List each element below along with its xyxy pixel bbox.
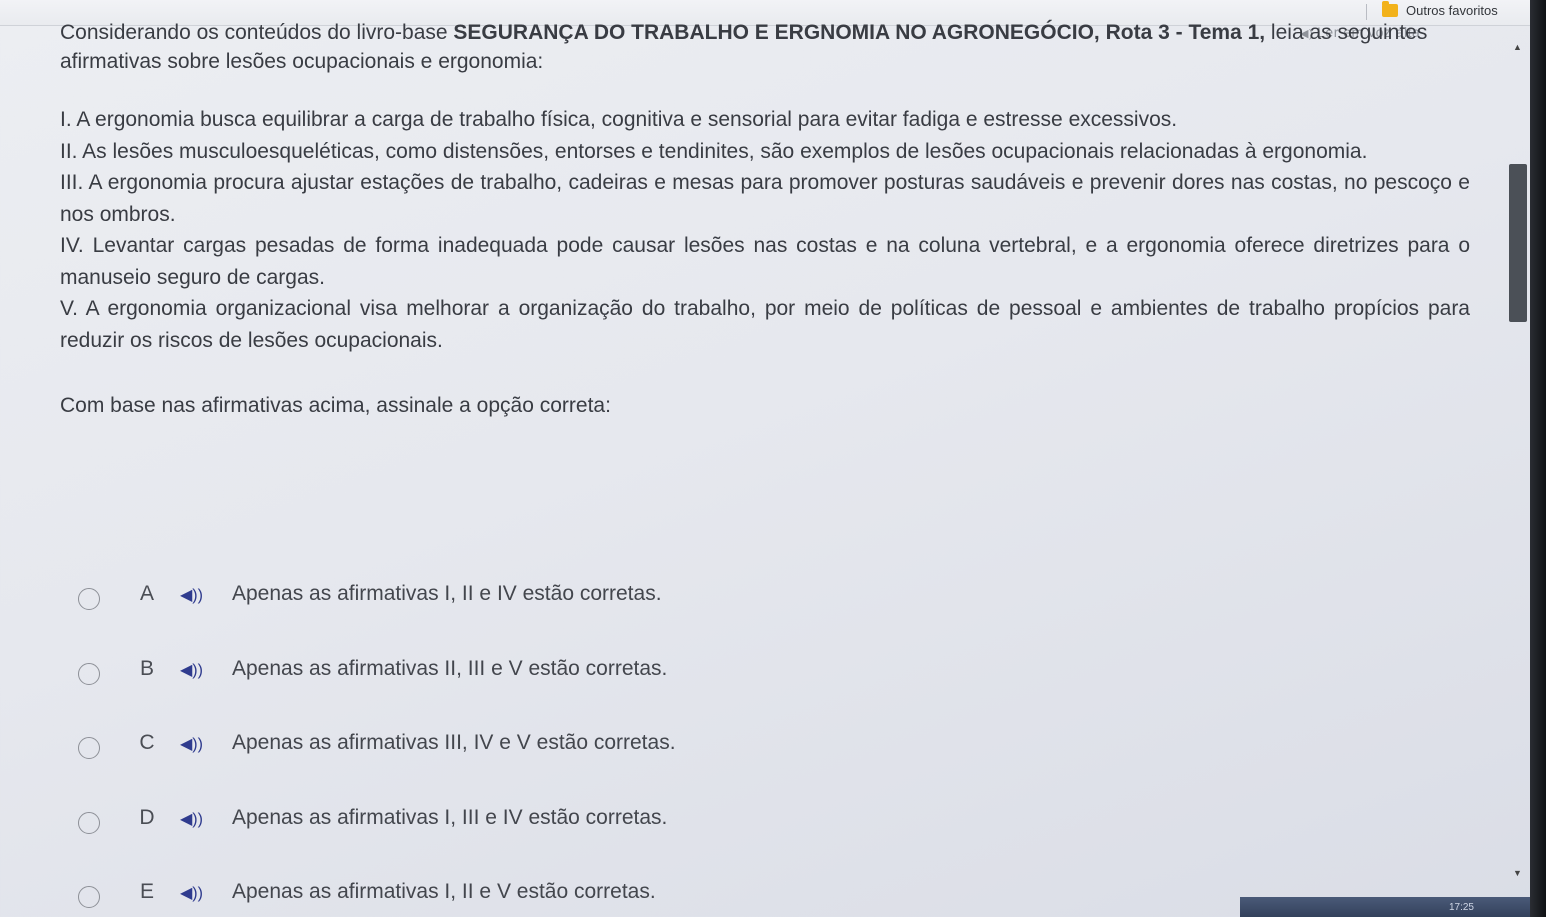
speaker-icon[interactable]: ◀)) <box>180 734 210 754</box>
option-e-radio[interactable] <box>78 886 100 908</box>
book-title: SEGURANÇA DO TRABALHO E ERGNOMIA NO AGRO… <box>453 21 1266 44</box>
scroll-down-icon[interactable]: ▼ <box>1513 868 1522 878</box>
taskbar-clock: 17:25 <box>1448 901 1474 913</box>
option-d-radio[interactable] <box>78 811 100 834</box>
option-d-text: Apenas as afirmativas I, III e IV estão … <box>232 805 668 829</box>
question-prompt: Com base nas afirmativas acima, assinale… <box>60 394 611 417</box>
scrollbar-thumb[interactable] <box>1509 164 1527 322</box>
question-intro: Considerando os conteúdos do livro-base … <box>60 21 1428 73</box>
scroll-up-icon[interactable]: ▲ <box>1513 42 1522 52</box>
option-b-text: Apenas as afirmativas II, III e V estão … <box>232 656 668 680</box>
speaker-icon[interactable]: ◀)) <box>180 585 210 605</box>
statement-iii: III. A ergonomia procura ajustar estaçõe… <box>60 171 1470 226</box>
taskbar: 17:25 <box>1240 897 1530 917</box>
statement-v: V. A ergonomia organizacional visa melho… <box>60 297 1470 352</box>
option-a[interactable]: A ◀)) Apenas as afirmativas I, II e IV e… <box>78 582 676 657</box>
option-e-text: Apenas as afirmativas I, II e V estão co… <box>232 880 656 903</box>
option-a-letter: A <box>139 582 154 605</box>
screen-bezel <box>1530 0 1546 917</box>
statement-ii: II. As lesões musculoesqueléticas, como … <box>60 139 1368 163</box>
option-e[interactable]: E ◀)) Apenas as afirmativas I, II e V es… <box>78 880 676 917</box>
option-a-radio[interactable] <box>78 588 100 610</box>
speaker-icon[interactable]: ◀)) <box>180 809 210 829</box>
option-a-text: Apenas as afirmativas I, II e IV estão c… <box>232 582 662 605</box>
option-b[interactable]: B ◀)) Apenas as afirmativas II, III e V … <box>78 657 676 732</box>
other-bookmarks-label: Outros favoritos <box>1406 3 1498 18</box>
speaker-icon[interactable]: ◀)) <box>180 660 210 680</box>
option-b-radio[interactable] <box>78 662 100 685</box>
statement-iv: IV. Levantar cargas pesadas de forma ina… <box>60 234 1470 289</box>
option-c-radio[interactable] <box>78 737 100 759</box>
folder-icon <box>1382 1 1398 17</box>
answer-options: A ◀)) Apenas as afirmativas I, II e IV e… <box>78 582 676 917</box>
statement-i: I. A ergonomia busca equilibrar a carga … <box>60 108 1178 131</box>
option-c[interactable]: C ◀)) Apenas as afirmativas III, IV e V … <box>78 731 676 806</box>
option-e-letter: E <box>139 880 154 903</box>
option-d[interactable]: D ◀)) Apenas as afirmativas I, III e IV … <box>78 806 676 881</box>
speaker-icon[interactable]: ◀)) <box>180 883 210 903</box>
other-bookmarks-folder[interactable]: Outros favoritos <box>1382 1 1498 18</box>
option-b-letter: B <box>139 656 154 680</box>
statements-list: I. A ergonomia busca equilibrar a carga … <box>60 104 1470 356</box>
option-c-letter: C <box>139 731 155 754</box>
option-d-letter: D <box>139 805 155 829</box>
question-content: Considerando os conteúdos do livro-base … <box>60 18 1470 418</box>
option-c-text: Apenas as afirmativas III, IV e V estão … <box>232 731 676 754</box>
